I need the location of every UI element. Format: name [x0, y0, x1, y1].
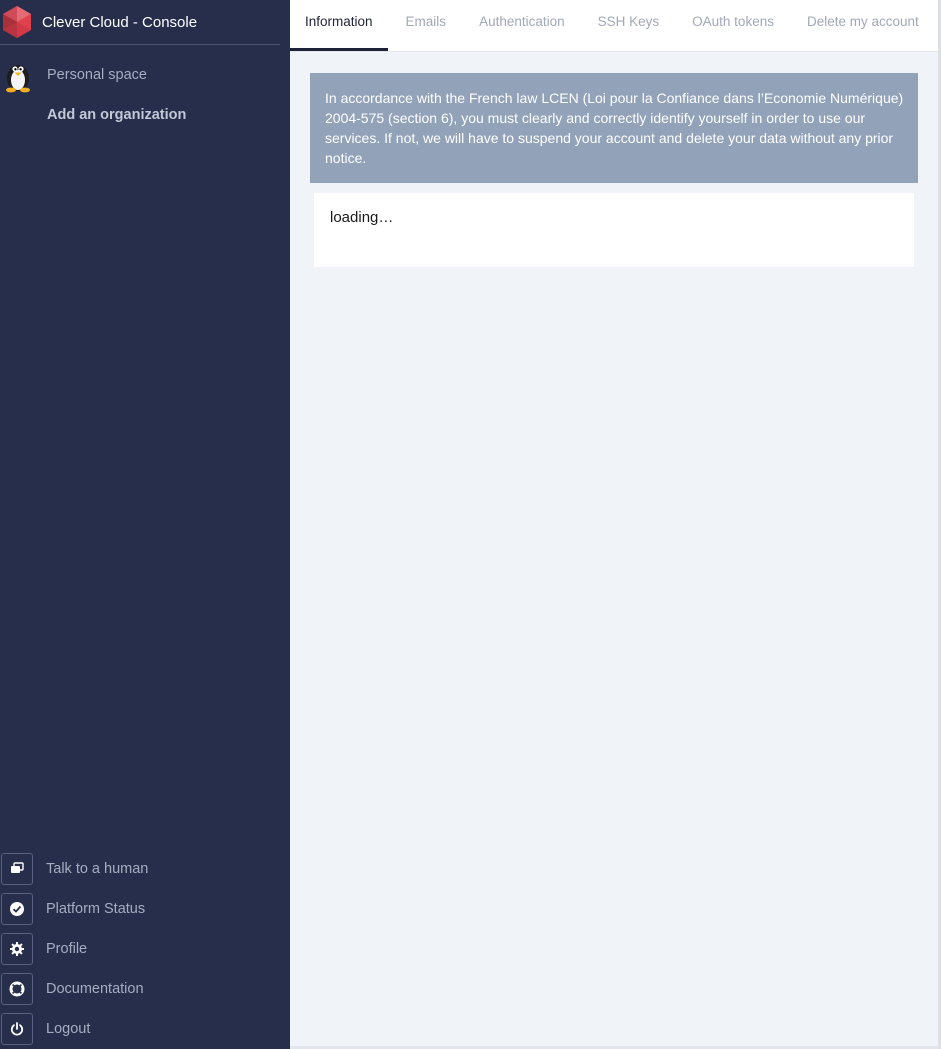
gear-icon [1, 933, 33, 965]
tab-oauth-tokens[interactable]: OAuth tokens [677, 0, 789, 51]
information-card: loading… [314, 193, 914, 267]
power-icon [1, 1013, 33, 1045]
sidebar-item-personal-space[interactable]: Personal space [0, 55, 290, 95]
sidebar-item-profile[interactable]: Profile [0, 929, 290, 969]
sidebar-item-label: Personal space [47, 67, 147, 83]
profile-tabs: Information Emails Authentication SSH Ke… [290, 0, 938, 52]
sidebar: Clever Cloud - Console Personal space Ad… [0, 0, 290, 1049]
check-circle-icon [1, 893, 33, 925]
tab-authentication[interactable]: Authentication [464, 0, 580, 51]
sidebar-item-label: Documentation [46, 981, 144, 997]
sidebar-item-documentation[interactable]: Documentation [0, 969, 290, 1009]
tab-delete-account[interactable]: Delete my account [792, 0, 934, 51]
sidebar-item-label: Logout [46, 1021, 91, 1037]
sidebar-item-label: Add an organization [47, 107, 187, 123]
clever-cloud-logo-icon [3, 6, 31, 38]
sidebar-item-label: Talk to a human [46, 861, 149, 877]
sidebar-item-label: Platform Status [46, 901, 146, 917]
sidebar-item-platform-status[interactable]: Platform Status [0, 889, 290, 929]
legal-notice-banner: In accordance with the French law LCEN (… [310, 73, 918, 183]
sidebar-bottom-nav: Talk to a human Platform Status Profile … [0, 849, 290, 1049]
penguin-avatar-icon [6, 65, 30, 93]
sidebar-item-label: Profile [46, 941, 88, 957]
tab-emails[interactable]: Emails [391, 0, 462, 51]
chat-icon [1, 853, 33, 885]
sidebar-item-talk-to-human[interactable]: Talk to a human [0, 849, 290, 889]
sidebar-item-add-organization[interactable]: Add an organization [0, 95, 290, 135]
brand-header[interactable]: Clever Cloud - Console [0, 0, 280, 45]
sidebar-item-logout[interactable]: Logout [0, 1009, 290, 1049]
tab-information[interactable]: Information [290, 0, 388, 51]
app-title: Clever Cloud - Console [42, 13, 198, 31]
tab-ssh-keys[interactable]: SSH Keys [583, 0, 675, 51]
lifebuoy-icon [1, 973, 33, 1005]
loading-text: loading… [330, 209, 394, 226]
main-content: Information Emails Authentication SSH Ke… [290, 0, 938, 1049]
